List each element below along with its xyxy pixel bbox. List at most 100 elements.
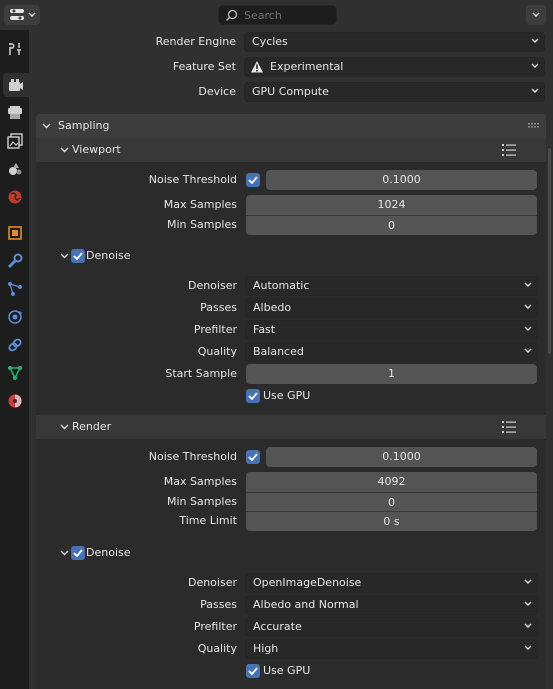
viewport-passes-dropdown[interactable]: Albedo [245,298,538,318]
scene-icon [8,163,21,175]
render-noise-threshold-field[interactable]: 0.1000 [266,447,537,467]
render-icon [9,79,23,91]
properties-tabs [0,30,29,689]
search-placeholder: Search [244,9,282,22]
tab-view-layer[interactable] [2,129,27,153]
tab-tool[interactable] [2,37,27,61]
render-noise-threshold-checkbox[interactable] [246,450,260,464]
viewport-use-gpu-label: Use GPU [263,389,311,402]
viewport-title: Viewport [72,143,121,156]
object-icon [7,226,22,240]
feature-set-label: Feature Set [172,60,236,73]
device-dropdown[interactable]: GPU Compute [244,82,545,102]
checkmark-icon [73,549,83,557]
properties-header: Search [0,0,553,30]
tab-constraints[interactable] [2,333,27,357]
viewport-subpanel-header[interactable]: Viewport [36,138,546,162]
viewport-prefilter-value: Fast [253,323,276,336]
render-max-samples-field[interactable]: 4092 [246,472,537,492]
render-denoiser-dropdown[interactable]: OpenImageDenoise [245,573,538,593]
feature-set-value: Experimental [270,60,344,73]
chevron-down-icon [532,12,540,17]
chevron-down-icon [524,623,532,628]
viewport-prefilter-label: Prefilter [193,323,237,336]
sampling-panel-header[interactable]: Sampling [36,114,546,138]
tab-modifier[interactable] [2,249,27,273]
constraints-icon [7,338,22,352]
device-label: Device [198,85,236,98]
render-denoiser-value: OpenImageDenoise [253,576,362,589]
viewport-max-samples-field[interactable]: 1024 [246,195,537,215]
viewport-noise-threshold-field[interactable]: 0.1000 [266,170,537,190]
chevron-down-icon [524,326,532,331]
chevron-down-icon [524,304,532,309]
viewport-quality-value: Balanced [253,345,304,358]
render-denoise-checkbox[interactable] [71,546,85,560]
tab-output[interactable] [2,101,27,125]
render-engine-dropdown[interactable]: Cycles [244,32,545,52]
editor-type-button[interactable] [4,5,40,25]
properties-content: Render Engine Cycles Feature Set Experim… [29,30,553,689]
chevron-down-icon [42,123,51,129]
tab-render[interactable] [3,73,29,97]
viewport-denoiser-dropdown[interactable]: Automatic [245,276,538,296]
tab-object[interactable] [2,221,27,245]
viewport-denoise-checkbox[interactable] [71,249,85,263]
presets-list-icon[interactable] [502,420,516,434]
render-subpanel-header[interactable]: Render [36,415,546,439]
feature-set-dropdown[interactable]: Experimental [244,57,545,77]
tab-material[interactable] [2,389,27,413]
options-dropdown-button[interactable] [526,5,546,25]
chevron-down-icon [60,253,69,259]
render-quality-dropdown[interactable]: High [245,639,538,659]
viewport-min-samples-label: Min Samples [167,218,237,231]
presets-list-icon[interactable] [502,143,516,157]
render-engine-value: Cycles [252,35,288,48]
render-denoise-header[interactable]: Denoise [36,541,546,565]
render-prefilter-value: Accurate [253,620,302,633]
checkmark-icon [248,392,258,400]
render-prefilter-dropdown[interactable]: Accurate [245,617,538,637]
render-use-gpu-label: Use GPU [263,664,311,677]
render-min-samples-field[interactable]: 0 [246,492,537,512]
viewport-prefilter-dropdown[interactable]: Fast [245,320,538,340]
render-prefilter-label: Prefilter [193,620,237,633]
checkmark-icon [248,453,258,461]
viewport-quality-label: Quality [197,345,237,358]
render-noise-threshold-label: Noise Threshold [148,450,237,463]
render-passes-dropdown[interactable]: Albedo and Normal [245,595,538,615]
render-passes-value: Albedo and Normal [253,598,359,611]
viewport-noise-threshold-checkbox[interactable] [246,173,260,187]
render-time-limit-field[interactable]: 0 s [246,511,537,531]
viewport-noise-threshold-label: Noise Threshold [148,173,237,186]
viewport-denoiser-value: Automatic [253,279,310,292]
render-quality-value: High [253,642,279,655]
chevron-down-icon [524,282,532,287]
tab-particles[interactable] [2,277,27,301]
viewport-start-sample-field[interactable]: 1 [246,364,537,384]
chevron-down-icon [531,63,539,68]
drag-handle-icon[interactable] [528,123,540,128]
chevron-down-icon [531,88,539,93]
tab-scene[interactable] [2,157,27,181]
tab-world[interactable] [2,185,27,209]
tab-physics[interactable] [2,305,27,329]
viewport-quality-dropdown[interactable]: Balanced [245,342,538,362]
world-icon [8,190,21,204]
checkmark-icon [248,667,258,675]
viewport-denoise-header[interactable]: Denoise [36,244,546,268]
viewport-passes-value: Albedo [253,301,292,314]
viewport-min-samples-field[interactable]: 0 [246,215,537,235]
tab-data[interactable] [2,361,27,385]
scrollbar[interactable] [548,148,551,354]
material-icon [8,394,21,408]
chevron-down-icon [524,645,532,650]
render-max-samples-label: Max Samples [163,475,237,488]
viewport-use-gpu-checkbox[interactable] [246,389,260,403]
chevron-down-icon [60,550,69,556]
warning-icon [251,61,263,73]
render-use-gpu-checkbox[interactable] [246,664,260,678]
chevron-down-icon [28,12,35,17]
search-input[interactable]: Search [218,5,337,25]
render-time-limit-label: Time Limit [179,514,237,527]
